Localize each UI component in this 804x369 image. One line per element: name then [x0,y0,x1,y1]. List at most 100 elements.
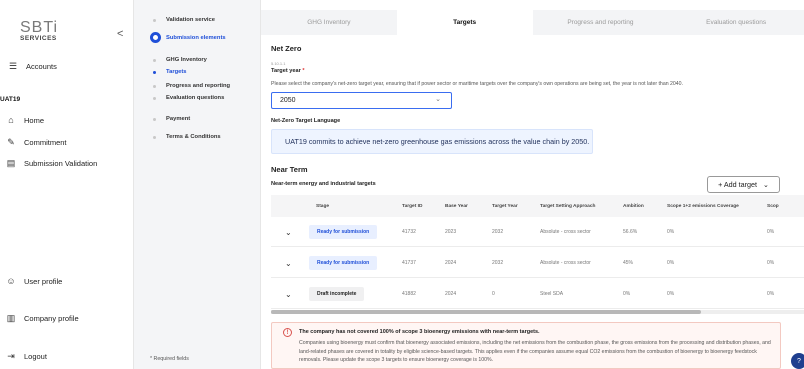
scope3-coverage: 0% [767,229,775,235]
target-year-select[interactable]: 2050 ⌄ [271,92,452,109]
status-badge: Ready for submission [309,225,378,239]
scrollbar-thumb[interactable] [271,310,701,314]
target-year-hint: Please select the company's net-zero tar… [271,81,684,87]
net-zero-language-text: UAT19 commits to achieve net-zero greenh… [271,129,593,154]
building-icon: ▥ [6,312,16,323]
sidebar-item-submission-validation[interactable]: ▤ Submission Validation [6,157,98,168]
collapse-sidebar-icon[interactable]: < [117,28,123,40]
tab-targets[interactable]: Targets [396,10,533,35]
required-fields-note: * Required fields [150,356,189,362]
sidebar: SBTi SERVICES < ☰ Accounts UAT19 ⌂ Home … [0,0,134,369]
sbti-logo[interactable]: SBTi SERVICES [20,20,70,48]
tab-progress-reporting[interactable]: Progress and reporting [533,10,669,35]
scope3-coverage: 0% [767,260,775,266]
step-dot [153,70,156,74]
table-horizontal-scrollbar[interactable] [271,310,804,314]
scope12-coverage: 0% [667,229,675,235]
tab-ghg-inventory[interactable]: GHG Inventory [261,10,397,35]
net-zero-language-label: Net-Zero Target Language [271,118,341,124]
chevron-down-icon[interactable]: ⌄ [285,228,292,237]
step-dot [153,96,156,100]
help-icon[interactable]: ? [791,353,804,369]
list-icon: ☰ [8,60,18,71]
step-submission-elements[interactable]: Submission elements [166,35,226,41]
column-header: Scope 1+2 emissions Coverage [667,203,739,209]
bioenergy-warning: ! The company has not covered 100% of sc… [271,322,781,369]
setting-approach: Absolute - cross sector [540,229,591,235]
pen-icon: ✎ [7,136,15,147]
target-year-label: Target year * [271,68,305,74]
chevron-down-icon: ⌄ [435,96,441,103]
document-icon: ▤ [6,157,16,168]
near-term-heading: Near Term [271,165,308,174]
table-row[interactable]: ⌄ Ready for submission 41732 2023 2032 A… [271,217,804,247]
submission-steps-panel [134,0,261,369]
section-tabs: GHG Inventory Targets Progress and repor… [261,10,804,35]
home-icon: ⌂ [8,115,14,125]
column-header: Target ID [402,203,423,209]
sidebar-item-company-profile[interactable]: ▥ Company profile [6,313,79,323]
sidebar-item-user-profile[interactable]: ☺ User profile [6,276,62,286]
select-value: 2050 [280,97,296,104]
base-year: 2024 [445,291,457,297]
status-badge: Ready for submission [309,256,378,270]
status-badge: Draft incomplete [309,287,365,301]
targets-table-header: Stage Target ID Base Year Target Year Ta… [271,195,804,217]
step-validation-service[interactable]: Validation service [153,17,215,23]
setting-approach: Absolute - cross sector [540,260,591,266]
sidebar-item-accounts[interactable]: ☰ Accounts [8,61,57,71]
chevron-down-icon[interactable]: ⌄ [285,290,292,299]
logo-text: SBTi [20,19,59,36]
scope12-coverage: 0% [667,291,675,297]
step-targets[interactable]: Targets [153,69,187,75]
sidebar-item-logout[interactable]: ⇥ Logout [6,351,47,361]
scope3-coverage: 0% [767,291,775,297]
logout-icon: ⇥ [7,350,15,361]
net-zero-heading: Net Zero [271,44,302,53]
targets-content: Net Zero 5.10.1.1 Target year * Please s… [261,35,804,369]
near-term-subheading: Near-term energy and industrial targets [271,181,376,187]
column-header: Target Year [492,203,518,209]
table-row[interactable]: ⌄ Draft incomplete 41882 2024 0 Steel SD… [271,279,804,309]
base-year: 2023 [445,229,457,235]
question-ref: 5.10.1.1 [271,61,286,66]
chevron-down-icon: ⌄ [763,181,769,189]
sidebar-item-label: Logout [24,351,47,361]
column-header: Scop [767,203,779,209]
target-id: 41882 [402,291,416,297]
step-evaluation-questions[interactable]: Evaluation questions [153,95,224,101]
warning-title: The company has not covered 100% of scop… [299,329,540,335]
add-target-button[interactable]: + Add target ⌄ [707,176,780,193]
required-mark: * [302,68,305,74]
step-dot [153,84,156,88]
step-dot [153,58,156,62]
sidebar-item-label: Submission Validation [24,158,98,168]
step-terms-conditions[interactable]: Terms & Conditions [153,134,221,140]
alert-icon: ! [283,328,292,337]
column-header: Ambition [623,203,644,209]
step-payment[interactable]: Payment [153,116,190,122]
table-row[interactable]: ⌄ Ready for submission 41737 2024 2032 A… [271,248,804,278]
sidebar-item-home[interactable]: ⌂ Home [6,115,44,125]
column-header: Stage [316,203,330,209]
sidebar-item-label: User profile [24,276,63,286]
target-id: 41737 [402,260,416,266]
step-ghg-inventory[interactable]: GHG Inventory [153,57,207,63]
logo-subtext: SERVICES [20,35,57,42]
user-icon: ☺ [6,276,16,286]
sidebar-item-label: Home [24,115,45,125]
organization-name: UAT19 [0,96,21,103]
column-header: Base Year [445,203,468,209]
step-progress-reporting[interactable]: Progress and reporting [153,83,230,89]
step-dot [153,135,156,139]
ambition: 45% [623,260,634,266]
chevron-down-icon[interactable]: ⌄ [285,259,292,268]
ambition: 56.6% [623,229,638,235]
target-year: 0 [492,291,495,297]
tab-evaluation-questions[interactable]: Evaluation questions [668,10,804,35]
setting-approach: Steel SDA [540,291,564,297]
column-header: Target Setting Approach [540,203,596,209]
sidebar-item-label: Company profile [24,313,79,323]
current-step-indicator-icon [150,32,161,43]
sidebar-item-commitment[interactable]: ✎ Commitment [6,136,66,147]
